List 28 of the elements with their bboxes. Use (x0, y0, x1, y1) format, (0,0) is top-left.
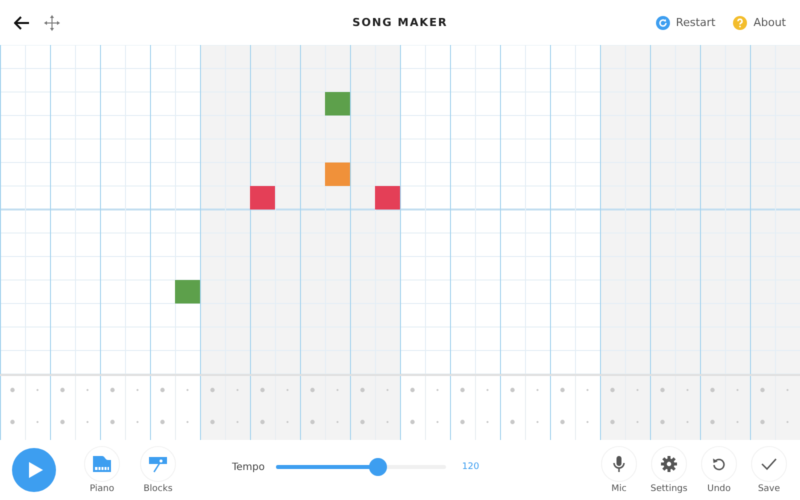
note-block[interactable] (325, 162, 350, 186)
blocks-button[interactable]: Blocks (130, 446, 186, 494)
play-icon (28, 461, 44, 479)
checkmark-icon (761, 458, 777, 470)
mallet-block-icon (148, 455, 168, 473)
settings-icon (661, 456, 677, 472)
back-arrow-icon[interactable] (14, 16, 30, 30)
note-block[interactable] (250, 186, 275, 210)
app-title: SONG MAKER (351, 16, 449, 29)
restart-icon (656, 16, 670, 30)
note-block[interactable] (175, 280, 200, 304)
about-button[interactable]: About (733, 16, 786, 30)
microphone-icon (613, 455, 625, 473)
restart-button[interactable]: Restart (656, 16, 716, 30)
tempo-value: 120 (462, 462, 480, 472)
undo-icon (712, 457, 726, 471)
note-block[interactable] (375, 186, 400, 210)
help-icon (733, 16, 748, 30)
play-button[interactable] (12, 448, 56, 492)
melody-grid[interactable] (0, 45, 800, 374)
tempo-label: Tempo (232, 462, 266, 472)
move-arrows-icon[interactable] (44, 14, 60, 30)
piano-icon (92, 455, 112, 473)
piano-button[interactable]: Piano (74, 446, 130, 494)
note-block[interactable] (325, 92, 350, 116)
tempo-thumb[interactable] (369, 458, 387, 476)
tempo-slider[interactable] (276, 458, 446, 476)
percussion-grid[interactable] (0, 374, 800, 440)
